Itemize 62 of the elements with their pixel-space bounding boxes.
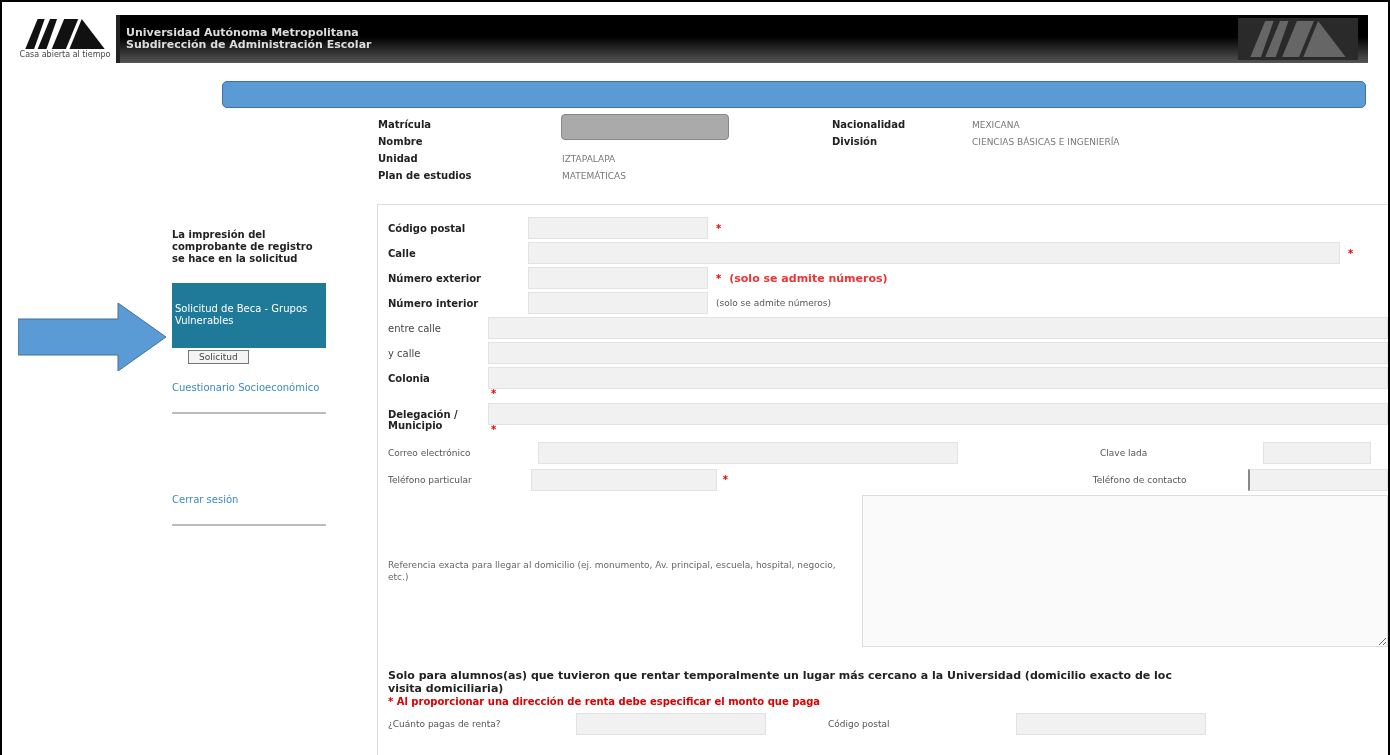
input-field[interactable]	[528, 242, 1340, 264]
input-field[interactable]	[528, 267, 708, 289]
request-button[interactable]: Solicitud	[188, 350, 249, 364]
field-label: Delegación / Municipio	[388, 408, 459, 433]
info-label: Unidad	[378, 153, 419, 164]
input-field[interactable]	[488, 317, 1388, 339]
section-heading: visita domiciliaria)	[388, 682, 505, 695]
field-label: ¿Cuánto pagas de renta?	[388, 719, 502, 729]
logo-icon	[1238, 18, 1358, 60]
required-mark: *	[716, 272, 722, 284]
menu-item[interactable]: Solicitud de Beca - Grupos Vulnerables	[172, 283, 326, 348]
field-label: Código postal	[828, 719, 891, 729]
input-field[interactable]	[576, 713, 766, 735]
input-field[interactable]	[538, 441, 958, 464]
input-field[interactable]	[488, 403, 1388, 425]
field-label: Número interior	[388, 297, 480, 311]
required-mark: *	[716, 222, 722, 234]
section-heading: Solo para alumnos(as) que tuvieron que rentar temporalmente un lugar más cercano a la Universidad (domicilio exacto de loc	[388, 669, 1173, 682]
logo-icon	[25, 19, 105, 49]
info-label: Nacionalidad	[832, 119, 907, 130]
required-mark: *	[1348, 247, 1354, 259]
field-note: (solo se admite números)	[716, 298, 831, 308]
university-name: Universidad Autónoma Metropolitana	[126, 27, 360, 39]
field-label: Clave lada	[1100, 447, 1149, 458]
info-value: IZTAPALAPA	[562, 153, 616, 164]
logo-caption: Casa abierta al tiempo	[19, 50, 111, 59]
info-label: Nombre	[378, 136, 424, 147]
input-field[interactable]	[1263, 441, 1371, 464]
field-label: Colonia	[388, 372, 431, 386]
department-name: Subdirección de Administración Escolar	[126, 39, 372, 51]
arrow-icon	[18, 303, 166, 371]
field-label: Teléfono de contacto	[1092, 474, 1188, 485]
input-field[interactable]	[488, 367, 1388, 389]
menu-link[interactable]: Cerrar sesión	[172, 494, 326, 506]
input-field[interactable]	[528, 217, 708, 239]
info-value: MATEMÁTICAS	[562, 170, 626, 181]
field-label: Calle	[388, 247, 417, 261]
input-field[interactable]	[1248, 468, 1388, 491]
input-field[interactable]	[488, 342, 1388, 364]
info-value: CIENCIAS BÁSICAS E INGENIERÍA	[972, 136, 1120, 147]
field-label: Teléfono particular	[388, 474, 473, 485]
text-area[interactable]	[862, 495, 1388, 647]
field-label: Número exterior	[388, 272, 482, 286]
required-mark: *	[491, 425, 498, 435]
field-label: Correo electrónico	[388, 447, 472, 458]
info-label: Matrícula	[378, 119, 433, 130]
input-field[interactable]	[528, 292, 708, 314]
info-value: MEXICANA	[972, 119, 1020, 130]
info-label: Plan de estudios	[378, 170, 473, 181]
field-label: entre calle	[388, 322, 442, 336]
field-note: (solo se admite números)	[729, 271, 888, 285]
menu-link[interactable]: Cuestionario Socioeconómico	[172, 382, 326, 394]
field-label: Código postal	[388, 222, 467, 236]
info-label: División	[832, 136, 879, 147]
notice-text: La impresión del comprobante de registro se hace en la solicitud	[172, 229, 314, 265]
field-label: y calle	[388, 347, 422, 361]
input-field[interactable]	[1016, 713, 1206, 735]
field-label: Referencia exacta para llegar al domicilio (ej. monumento, Av. principal, escuela, hospital, negocio, etc.)	[388, 559, 837, 583]
warning-text: * Al proporcionar una dirección de renta debe especificar el monto que paga	[388, 696, 822, 707]
input-field[interactable]	[530, 468, 717, 491]
required-mark: *	[491, 389, 498, 399]
form-panel: Código postal * Calle * Número exterior * (solo se admite números) Número interior (solo se admite números) entre calle y calle Colonia * Delegación / Municipio * Correo electrónico Clave lada Teléfono particular * Teléfono de contacto Referencia exacta para llegar al domicilio (ej. monumento, Av. principal, escuela, hospital, negocio, etc.) Solo para alumnos(as) que tuvieron que rentar temporalmente un lugar más cercano a la Universidad (domicilio exacto de loc visita domiciliaria) * Al proporcionar una dirección de renta debe especificar el monto que paga ¿Cuánto pagas de renta? Código postal	[377, 204, 1388, 755]
